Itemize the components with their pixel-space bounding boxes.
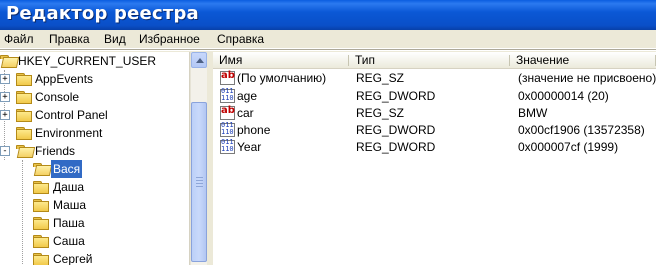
tree-item-label: Саша	[53, 234, 85, 248]
menu-help[interactable]: Справка	[217, 31, 264, 47]
folder-icon	[33, 253, 49, 265]
value-data: (значение не присвоено)	[518, 71, 656, 85]
folder-icon	[16, 91, 32, 104]
tree-item-vasya[interactable]: Вася	[0, 160, 189, 178]
scroll-thumb[interactable]	[191, 102, 207, 262]
tree-item-control-panel[interactable]: + Control Panel	[0, 106, 189, 124]
folder-icon	[16, 73, 32, 86]
string-value-icon	[220, 105, 235, 120]
value-name[interactable]: phone	[237, 122, 270, 139]
menu-view[interactable]: Вид	[104, 31, 126, 47]
tree-item-label: Control Panel	[35, 108, 108, 122]
tree-item-dasha[interactable]: Даша	[0, 178, 189, 196]
menu-bar: Файл Правка Вид Избранное Справка	[0, 30, 656, 49]
tree-item-label: Паша	[53, 216, 85, 230]
binary-value-icon	[220, 88, 235, 103]
tree-item-label: Даша	[53, 180, 85, 194]
expand-icon[interactable]: +	[0, 110, 10, 120]
value-data: BMW	[518, 106, 548, 120]
value-data: 0x000007cf (1999)	[518, 140, 619, 154]
values-list[interactable]: Имя Тип Значение (По умолчанию) REG_SZ (…	[213, 52, 656, 265]
value-data: 0x00000014 (20)	[518, 89, 609, 103]
tree-item-label: Console	[35, 90, 80, 104]
registry-tree[interactable]: HKEY_CURRENT_USER + AppEvents + Console …	[0, 52, 190, 265]
column-header-type[interactable]: Тип	[349, 52, 510, 69]
tree-item-sergey[interactable]: Сергей	[0, 250, 189, 265]
tree-item-label: AppEvents	[35, 72, 94, 86]
tree-item-pasha[interactable]: Паша	[0, 214, 189, 232]
value-type: REG_DWORD	[356, 89, 436, 103]
folder-open-icon	[0, 55, 20, 68]
title-bar[interactable]: Редактор реестра	[0, 0, 656, 30]
folder-icon	[16, 109, 32, 122]
value-name[interactable]: (По умолчанию)	[237, 70, 326, 87]
tree-item-label: Friends	[35, 144, 76, 158]
tree-scrollbar[interactable]	[190, 52, 207, 265]
folder-icon	[16, 127, 32, 140]
binary-value-icon	[220, 122, 235, 137]
tree-item-console[interactable]: + Console	[0, 88, 189, 106]
tree-item-label: Маша	[53, 198, 87, 212]
value-type: REG_SZ	[356, 71, 405, 85]
expand-icon[interactable]: +	[0, 74, 10, 84]
column-header-name[interactable]: Имя	[213, 52, 349, 69]
folder-open-icon	[33, 163, 53, 176]
value-name[interactable]: age	[237, 88, 257, 105]
column-header-value[interactable]: Значение	[510, 52, 656, 69]
toolbar-divider	[0, 49, 656, 51]
collapse-icon[interactable]: -	[0, 146, 10, 156]
tree-item-root[interactable]: HKEY_CURRENT_USER	[0, 52, 189, 70]
binary-value-icon	[220, 139, 235, 154]
tree-item-label: Environment	[35, 126, 103, 140]
tree-item-label: HKEY_CURRENT_USER	[18, 54, 157, 68]
value-data: 0x00cf1906 (13572358)	[518, 123, 645, 137]
folder-icon	[33, 217, 49, 230]
value-name[interactable]: Year	[237, 139, 261, 156]
expand-icon[interactable]: +	[0, 92, 10, 102]
tree-item-sasha[interactable]: Саша	[0, 232, 189, 250]
tree-item-label: Вася	[51, 160, 83, 178]
menu-favorites[interactable]: Избранное	[139, 31, 200, 47]
folder-open-icon	[16, 145, 36, 158]
value-type: REG_SZ	[356, 106, 405, 120]
folder-icon	[33, 235, 49, 248]
folder-icon	[33, 199, 49, 212]
value-type: REG_DWORD	[356, 123, 436, 137]
value-type: REG_DWORD	[356, 140, 436, 154]
tree-item-friends[interactable]: - Friends	[0, 142, 189, 160]
scroll-up-arrow-icon[interactable]	[191, 52, 207, 68]
tree-item-appevents[interactable]: + AppEvents	[0, 70, 189, 88]
menu-edit[interactable]: Правка	[49, 31, 90, 47]
value-name[interactable]: car	[237, 105, 254, 122]
menu-file[interactable]: Файл	[4, 31, 34, 47]
tree-item-environment[interactable]: Environment	[0, 124, 189, 142]
window-title: Редактор реестра	[6, 3, 199, 24]
tree-item-masha[interactable]: Маша	[0, 196, 189, 214]
string-value-icon	[220, 70, 235, 85]
tree-item-label: Сергей	[53, 252, 93, 265]
folder-icon	[33, 181, 49, 194]
